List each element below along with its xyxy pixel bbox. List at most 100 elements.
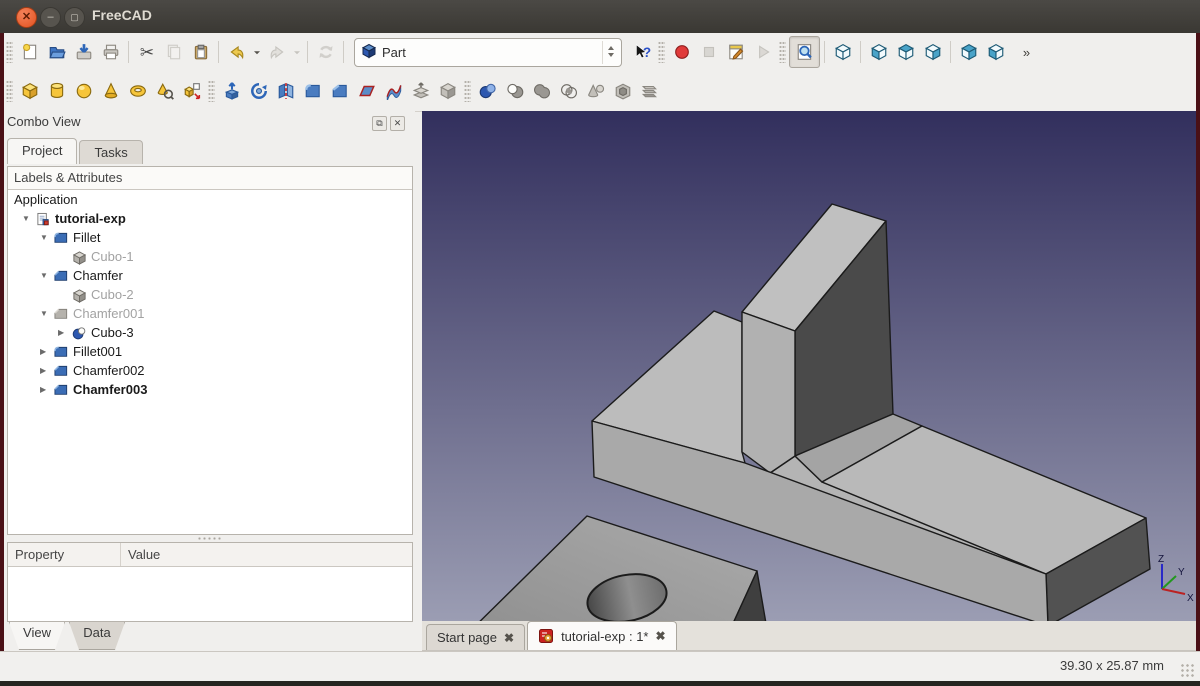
- print-icon[interactable]: [97, 38, 124, 66]
- toolbar-drag-handle[interactable]: [779, 41, 786, 63]
- view-front-icon[interactable]: [865, 38, 892, 66]
- tree-item-chamfer002[interactable]: ▶Chamfer002: [8, 361, 412, 380]
- property-column-value[interactable]: Value: [121, 543, 160, 566]
- expand-arrow-icon[interactable]: ▶: [40, 366, 46, 375]
- document-tab-start[interactable]: Start page✖: [426, 624, 525, 650]
- part-thickness-icon[interactable]: [609, 77, 636, 105]
- part-extrude-icon[interactable]: [218, 77, 245, 105]
- toolbar-overflow[interactable]: »: [1011, 38, 1042, 66]
- workbench-selector-spinner[interactable]: [602, 41, 619, 64]
- part-revolve-icon[interactable]: [245, 77, 272, 105]
- tree-item-chamfer003[interactable]: ▶Chamfer003: [8, 380, 412, 399]
- part-shape-builder-icon[interactable]: [178, 77, 205, 105]
- refresh-icon[interactable]: [312, 38, 339, 66]
- tree-item-chamfer001[interactable]: ▼Chamfer001: [8, 304, 412, 323]
- tree-item-tutorial-exp[interactable]: ▼tutorial-exp: [8, 209, 412, 228]
- window-maximize-button[interactable]: ▢: [64, 7, 85, 28]
- close-tab-icon[interactable]: ✖: [504, 631, 514, 645]
- fit-all-icon[interactable]: [789, 36, 820, 68]
- new-document-icon[interactable]: [16, 38, 43, 66]
- combo-view-tabs: ProjectTasks: [7, 137, 145, 164]
- part-mirror-icon[interactable]: [272, 77, 299, 105]
- tree-item-fillet001[interactable]: ▶Fillet001: [8, 342, 412, 361]
- window-close-button[interactable]: ✕: [16, 7, 37, 28]
- part-union-icon[interactable]: [528, 77, 555, 105]
- workbench-selector[interactable]: Part: [354, 38, 622, 67]
- toolbar-separator: [824, 41, 825, 63]
- part-chamfer-icon[interactable]: [326, 77, 353, 105]
- part-box-icon[interactable]: [16, 77, 43, 105]
- undo-menu-icon[interactable]: [250, 38, 263, 66]
- panel-splitter[interactable]: [7, 535, 411, 542]
- open-document-icon[interactable]: [43, 38, 70, 66]
- part-cylinder-icon[interactable]: [43, 77, 70, 105]
- redo-menu-icon[interactable]: [290, 38, 303, 66]
- toolbar-separator: [307, 41, 308, 63]
- collapse-arrow-icon[interactable]: ▼: [40, 233, 48, 242]
- document-tab-tutorial-exp[interactable]: tutorial-exp : 1*✖: [527, 621, 677, 650]
- cut-icon[interactable]: ✂: [133, 38, 160, 66]
- resize-grip[interactable]: [1180, 663, 1194, 677]
- part-cross-sections-icon[interactable]: [636, 77, 663, 105]
- redo-icon[interactable]: [263, 38, 290, 66]
- tree-item-fillet[interactable]: ▼Fillet: [8, 228, 412, 247]
- view-right-icon[interactable]: [919, 38, 946, 66]
- tab-view[interactable]: View: [9, 622, 65, 650]
- whats-this-icon[interactable]: ?: [628, 38, 655, 66]
- property-column-property[interactable]: Property: [8, 543, 121, 566]
- collapse-arrow-icon[interactable]: ▼: [22, 214, 30, 223]
- expand-arrow-icon[interactable]: ▶: [40, 347, 46, 356]
- part-cone-icon[interactable]: [97, 77, 124, 105]
- toolbar-drag-handle[interactable]: [6, 41, 13, 63]
- part-primitives-icon[interactable]: [151, 77, 178, 105]
- part-offset-icon[interactable]: [434, 77, 461, 105]
- macro-edit-icon[interactable]: [722, 38, 749, 66]
- tab-tasks[interactable]: Tasks: [79, 140, 142, 164]
- macro-play-icon[interactable]: [749, 38, 776, 66]
- tree-item-cubo-2[interactable]: Cubo-2: [8, 285, 412, 304]
- part-loft-icon[interactable]: [407, 77, 434, 105]
- view-left-icon[interactable]: [982, 38, 1009, 66]
- part-fillet-icon[interactable]: [299, 77, 326, 105]
- collapse-arrow-icon[interactable]: ▼: [40, 271, 48, 280]
- view-rear-icon[interactable]: [955, 38, 982, 66]
- part-boolean-icon[interactable]: [474, 77, 501, 105]
- web-front-face: [742, 312, 795, 473]
- tree-item-chamfer[interactable]: ▼Chamfer: [8, 266, 412, 285]
- property-editor: PropertyValue: [7, 542, 413, 622]
- macro-record-icon[interactable]: [668, 38, 695, 66]
- part-torus-icon[interactable]: [124, 77, 151, 105]
- expand-arrow-icon[interactable]: ▶: [40, 385, 46, 394]
- tab-data[interactable]: Data: [69, 622, 125, 650]
- workbench-cube-icon: [361, 42, 377, 63]
- toolbar-drag-handle[interactable]: [658, 41, 665, 63]
- undo-icon[interactable]: [223, 38, 250, 66]
- expand-arrow-icon[interactable]: ▶: [58, 328, 64, 337]
- collapse-arrow-icon[interactable]: ▼: [40, 309, 48, 318]
- tree-item-cubo-1[interactable]: Cubo-1: [8, 247, 412, 266]
- panel-close-icon[interactable]: ✕: [390, 116, 405, 131]
- 3d-viewport[interactable]: Z Y X: [422, 111, 1196, 621]
- chamfer-blue-icon: [54, 382, 69, 403]
- view-axonometric-icon[interactable]: [829, 38, 856, 66]
- tab-project[interactable]: Project: [7, 138, 77, 164]
- macro-stop-icon[interactable]: [695, 38, 722, 66]
- part-make-face-icon[interactable]: [353, 77, 380, 105]
- paste-icon[interactable]: [187, 38, 214, 66]
- toolbar-drag-handle[interactable]: [464, 80, 471, 102]
- panel-float-icon[interactable]: ⧉: [372, 116, 387, 131]
- part-compound-icon[interactable]: [582, 77, 609, 105]
- toolbar-drag-handle[interactable]: [6, 80, 13, 102]
- window-minimize-button[interactable]: –: [40, 7, 61, 28]
- copy-icon[interactable]: [160, 38, 187, 66]
- save-document-icon[interactable]: [70, 38, 97, 66]
- tree-root-application[interactable]: Application: [8, 190, 412, 209]
- part-common-icon[interactable]: [555, 77, 582, 105]
- part-sphere-icon[interactable]: [70, 77, 97, 105]
- tree-item-cubo-3[interactable]: ▶Cubo-3: [8, 323, 412, 342]
- part-cut-icon[interactable]: [501, 77, 528, 105]
- close-tab-icon[interactable]: ✖: [656, 629, 666, 643]
- view-top-icon[interactable]: [892, 38, 919, 66]
- toolbar-drag-handle[interactable]: [208, 80, 215, 102]
- part-ruled-surface-icon[interactable]: [380, 77, 407, 105]
